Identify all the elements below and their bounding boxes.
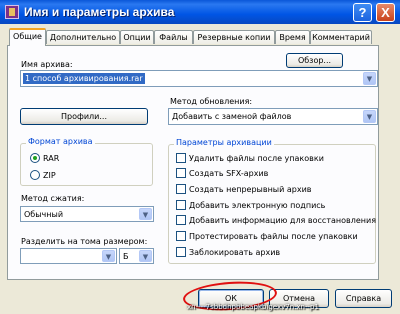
help-button[interactable]: Справка [335,289,392,308]
checkbox-delete-after-label[interactable]: Удалить файлы после упаковки [189,154,324,163]
checkbox-recovery[interactable] [176,215,186,225]
archive-options-label: Параметры архивации [174,138,274,147]
tab-files[interactable]: Файлы [154,30,193,44]
checkbox-signature[interactable] [176,200,186,210]
radio-rar-label[interactable]: RAR [43,154,59,163]
radio-selected-dot [33,156,37,160]
winrar-icon [5,5,19,19]
checkbox-lock-label[interactable]: Заблокировать архив [189,248,280,257]
help-title-button[interactable]: ? [353,3,372,22]
compression-label: Метод сжатия: [21,194,85,203]
checkbox-delete-after[interactable] [176,153,186,163]
split-size-combo[interactable]: ▼ [20,248,117,264]
checkbox-solid-label[interactable]: Создать непрерывный архив [189,185,312,194]
close-button[interactable]: X [376,3,395,22]
tab-advanced[interactable]: Дополнительно [46,30,120,44]
archive-name-label: Имя архива: [21,60,73,69]
checkbox-sfx[interactable] [176,168,186,178]
checkbox-signature-label[interactable]: Добавить электронную подпись [189,201,325,210]
archive-name-value[interactable]: 1 способ архивирования.rar [23,73,145,84]
archive-dialog: Имя и параметры архива ? X Общие Дополни… [0,0,400,314]
chevron-down-icon[interactable]: ▼ [363,110,376,123]
split-label: Разделить на тома размером: [21,237,148,246]
chevron-down-icon[interactable]: ▼ [363,72,376,85]
update-method-label: Метод обновления: [170,97,253,106]
browse-button[interactable]: Обзор... [286,53,343,68]
tab-time[interactable]: Время [275,30,310,44]
update-method-value: Добавить с заменой файлов [172,112,292,121]
update-method-select[interactable]: Добавить с заменой файлов ▼ [168,108,378,125]
archive-format-group [20,143,153,186]
window-title: Имя и параметры архива [24,5,175,19]
radio-zip[interactable] [30,170,40,180]
archive-format-label: Формат архива [26,137,95,146]
compression-value: Обычный [24,210,64,219]
tab-comment[interactable]: Комментарий [310,30,372,44]
checkbox-test-label[interactable]: Протестировать файлы после упаковки [189,232,358,241]
checkbox-lock[interactable] [176,247,186,257]
radio-rar[interactable] [30,153,40,163]
tab-backup[interactable]: Резервные копии [193,30,275,44]
checkbox-test[interactable] [176,231,186,241]
checkbox-solid[interactable] [176,184,186,194]
checkbox-recovery-label[interactable]: Добавить информацию для восстановления [189,216,376,225]
checkbox-sfx-label[interactable]: Создать SFX-архив [189,169,268,178]
split-unit-value: Б [123,252,129,261]
compression-select[interactable]: Обычный ▼ [20,206,154,222]
profiles-button[interactable]: Профили... [20,108,148,125]
radio-zip-label[interactable]: ZIP [43,171,56,180]
watermark-text: xn----7sbbdhpbbeapkbigexv7n.xn--p1 [187,303,319,311]
chevron-down-icon[interactable]: ▼ [102,250,115,262]
split-unit-select[interactable]: Б ▼ [119,248,154,264]
archive-name-combo[interactable]: 1 способ архивирования.rar ▼ [20,70,378,87]
title-bar[interactable]: Имя и параметры архива ? X [0,0,400,24]
tab-general[interactable]: Общие [9,28,46,46]
chevron-down-icon[interactable]: ▼ [139,208,152,220]
tab-options[interactable]: Опции [120,30,154,44]
chevron-down-icon[interactable]: ▼ [139,250,152,262]
